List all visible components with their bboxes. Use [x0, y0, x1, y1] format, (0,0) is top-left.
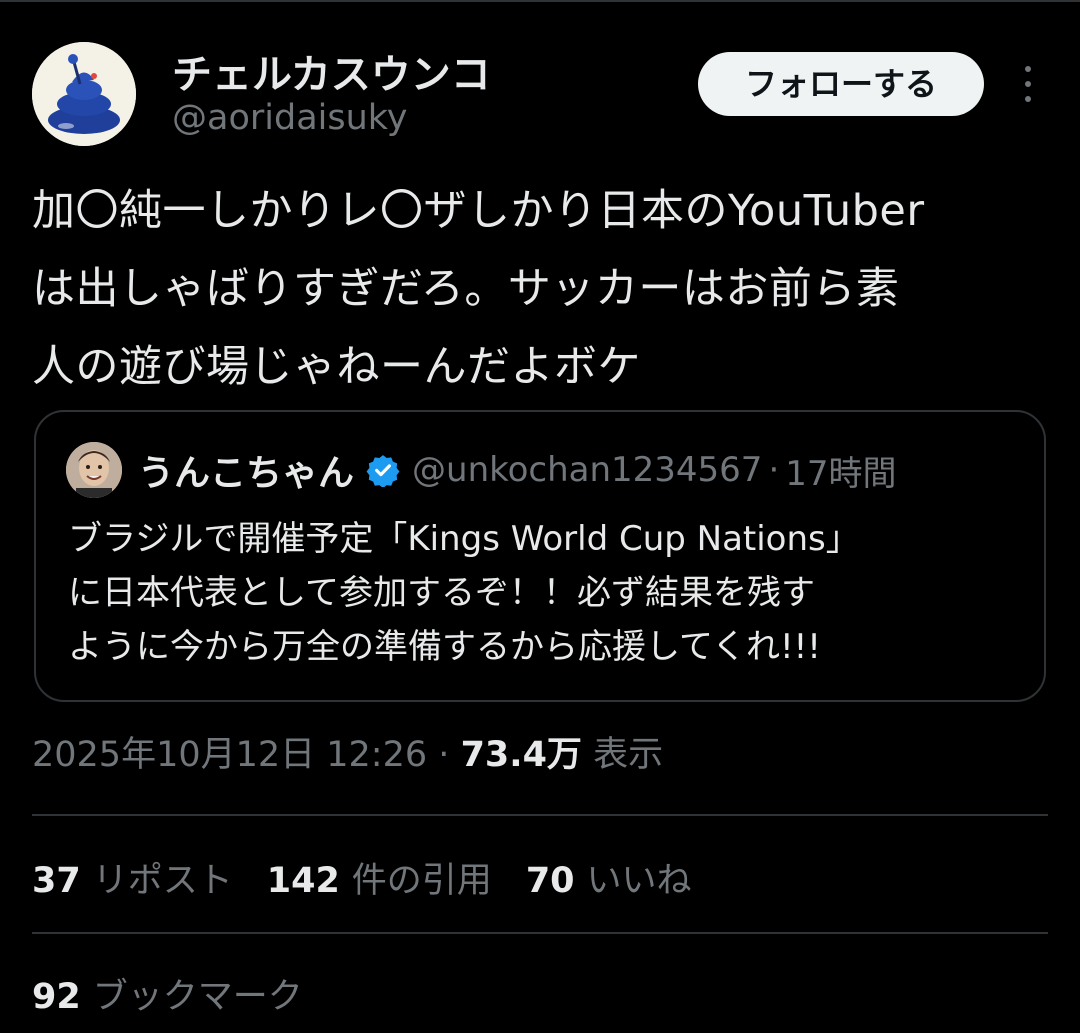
- quoted-text-line: ブラジルで開催予定「Kings World Cup Nations」: [68, 519, 860, 559]
- bookmarks-stat[interactable]: 92 ブックマーク: [32, 968, 303, 1019]
- views-count: 73.4万: [460, 735, 582, 775]
- quote-separator: ·: [768, 450, 780, 490]
- quoted-author-handle: @unkochan1234567: [412, 450, 763, 490]
- quoted-tweet-time: 17時間: [785, 453, 897, 494]
- verified-badge-icon: [366, 453, 400, 487]
- more-dot: [1025, 96, 1031, 102]
- divider: [32, 814, 1048, 816]
- quoted-text-line: に日本代表として参加するぞ！！必ず結果を残す: [68, 573, 815, 613]
- tweet-header: チェルカスウンコ @aoridaisuky フォローする: [32, 38, 1048, 148]
- author-avatar[interactable]: [32, 42, 136, 146]
- follow-button[interactable]: フォローする: [698, 52, 984, 116]
- quoted-tweet-card[interactable]: うんこちゃん @unkochan1234567 · 17時間 ブラジルで開催予定…: [34, 410, 1046, 702]
- more-dot: [1025, 66, 1031, 72]
- likes-stat[interactable]: 70 いいね: [526, 852, 692, 903]
- quotes-stat[interactable]: 142 件の引用: [267, 852, 492, 903]
- quoted-tweet-text: ブラジルで開催予定「Kings World Cup Nations」 に日本代表…: [68, 512, 1028, 674]
- tweet-text-line: 人の遊び場じゃねーんだよボケ: [32, 342, 641, 392]
- views-label: 表示: [593, 735, 664, 775]
- engagement-stats: 37 リポスト 142 件の引用 70 いいね: [32, 852, 726, 903]
- reposts-label: リポスト: [92, 861, 233, 901]
- reposts-count: 37: [32, 861, 81, 901]
- tweet-detail: チェルカスウンコ @aoridaisuky フォローする 加〇純一しかりレ〇ザし…: [0, 0, 1080, 1033]
- quoted-avatar-image: [66, 442, 122, 498]
- tweet-text-line: 加〇純一しかりレ〇ザしかり日本のYouTuber: [32, 186, 925, 236]
- quotes-label: 件の引用: [351, 861, 492, 901]
- quotes-count: 142: [266, 861, 340, 901]
- quoted-author-avatar: [66, 442, 122, 498]
- bookmarks-label: ブックマーク: [92, 977, 303, 1017]
- tweet-text-line: は出しゃばりすぎだろ。サッカーはお前ら素: [32, 264, 900, 314]
- likes-count: 70: [525, 861, 575, 901]
- avatar-image: [32, 42, 136, 146]
- author-handle[interactable]: @aoridaisuky: [172, 98, 408, 138]
- tweet-meta: 2025年10月12日 12:26 · 73.4万 表示: [32, 726, 663, 777]
- more-options-icon[interactable]: [1010, 64, 1046, 104]
- quoted-tweet-header: うんこちゃん @unkochan1234567 · 17時間: [138, 442, 897, 498]
- divider: [32, 932, 1048, 934]
- meta-separator: ·: [438, 735, 450, 775]
- tweet-text: 加〇純一しかりレ〇ザしかり日本のYouTuber は出しゃばりすぎだろ。サッカー…: [32, 172, 1052, 406]
- bookmarks-count: 92: [32, 977, 81, 1017]
- quoted-text-line: ように今から万全の準備するから応援してくれ!!!: [68, 627, 821, 667]
- reposts-stat[interactable]: 37 リポスト: [32, 852, 233, 903]
- quoted-author-name: うんこちゃん: [138, 453, 355, 494]
- author-display-name[interactable]: チェルカスウンコ: [172, 42, 491, 100]
- more-dot: [1025, 81, 1031, 87]
- tweet-timestamp[interactable]: 2025年10月12日 12:26: [32, 735, 427, 775]
- likes-label: いいね: [586, 861, 692, 901]
